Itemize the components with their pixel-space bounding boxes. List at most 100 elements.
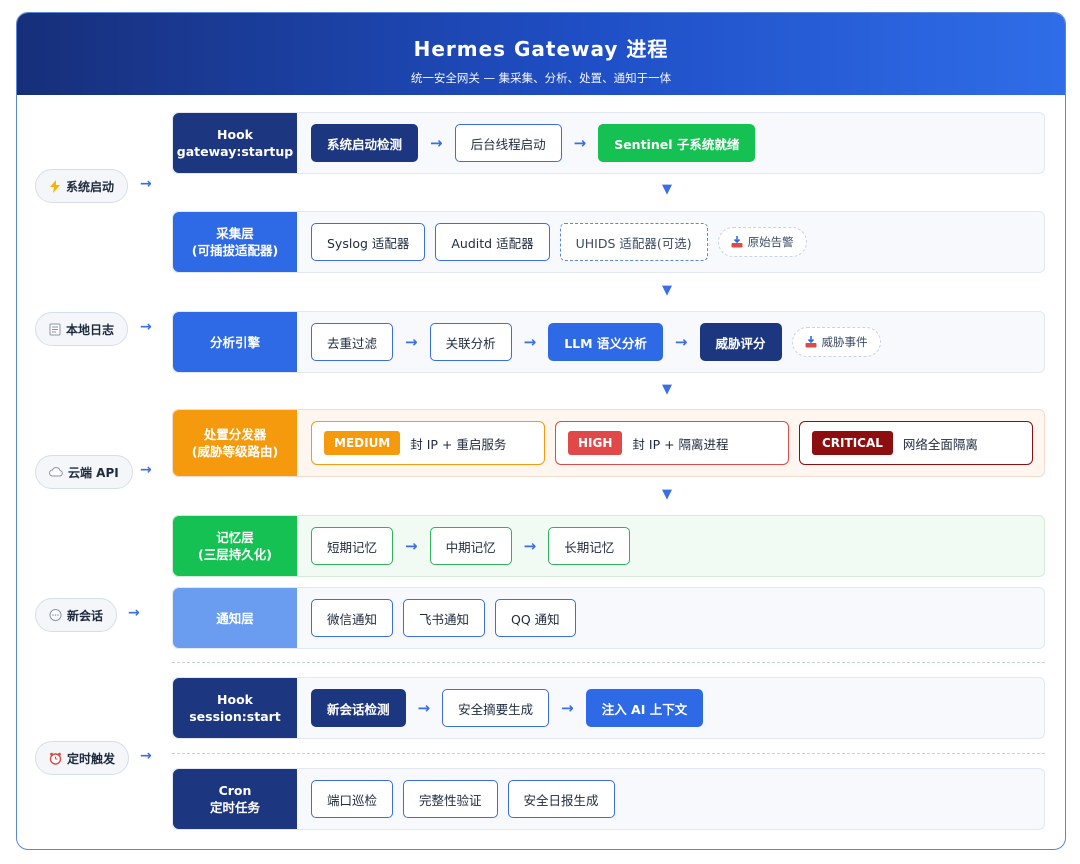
disposition-text: 封 IP + 重启服务 (410, 436, 507, 452)
flow-arrow: → (523, 537, 537, 555)
severity-badge-critical: CRITICAL (812, 431, 893, 455)
row-label-hook-startup: Hook gateway:startup (173, 113, 297, 173)
trigger-system-start: 系统启动 (35, 169, 129, 203)
trigger-arrow: → (140, 176, 152, 192)
row-analysis: 分析引擎 去重过滤 → 关联分析 → LLM 语义分析 → 威胁评分 威胁事件 (172, 311, 1045, 373)
node-llm-semantic: LLM 语义分析 (548, 323, 663, 361)
row-label-cron: Cron 定时任务 (173, 769, 297, 829)
node-daily-report: 安全日报生成 (507, 780, 615, 818)
row-hook-session: Hook session:start 新会话检测 → 安全摘要生成 → 注入 A… (172, 677, 1045, 739)
page-title: Hermes Gateway 进程 (413, 37, 669, 61)
header-banner: Hermes Gateway 进程 统一安全网关 — 集采集、分析、处置、通知于… (17, 13, 1065, 95)
section-divider (172, 662, 1045, 663)
label-line: gateway:startup (176, 144, 294, 159)
label-line: session:start (189, 709, 281, 724)
flow-arrow: → (573, 134, 587, 152)
flow-arrow: → (405, 537, 418, 555)
label-line: (三层持久化) (198, 547, 272, 562)
row-items: Syslog 适配器 Auditd 适配器 UHIDS 适配器(可选) 原始告警 (311, 212, 807, 272)
speech-bubble-icon (49, 608, 62, 622)
node-background-thread: 后台线程启动 (454, 124, 562, 162)
down-arrow: ▼ (662, 283, 672, 298)
tag-raw-alert: 原始告警 (717, 227, 807, 257)
down-arrow: ▼ (662, 182, 672, 197)
label-line: (可插拔适配器) (191, 243, 279, 258)
trigger-arrow: → (140, 748, 152, 764)
row-label-dispatch: 处置分发器 (威胁等级路由) (173, 410, 297, 476)
row-items: 去重过滤 → 关联分析 → LLM 语义分析 → 威胁评分 威胁事件 (311, 312, 881, 372)
node-wechat-notify: 微信通知 (311, 599, 394, 637)
label-line: 通知层 (216, 610, 254, 626)
node-feishu-notify: 飞书通知 (403, 599, 486, 637)
flow-arrow: → (417, 699, 431, 717)
label-line: 采集层 (216, 226, 254, 241)
flow-arrow: → (523, 333, 537, 351)
severity-badge-medium: MEDIUM (324, 431, 401, 455)
row-items: MEDIUM 封 IP + 重启服务 HIGH 封 IP + 隔离进程 CRIT… (311, 410, 1043, 476)
lightning-icon (49, 179, 61, 193)
trigger-arrow: → (140, 319, 152, 335)
row-label-collect: 采集层 (可插拔适配器) (173, 212, 297, 272)
row-label-notify: 通知层 (173, 588, 297, 648)
flow-arrow: → (430, 134, 443, 152)
disposition-critical: CRITICAL 网络全面隔离 (799, 421, 1033, 465)
node-inject-ai-context: 注入 AI 上下文 (585, 689, 704, 727)
trigger-label: 系统启动 (66, 179, 115, 194)
node-short-term-memory: 短期记忆 (311, 527, 394, 565)
trigger-scheduled: 定时触发 (35, 741, 130, 775)
row-memory: 记忆层 (三层持久化) 短期记忆 → 中期记忆 → 长期记忆 (172, 515, 1045, 577)
node-dedup-filter: 去重过滤 (311, 323, 394, 361)
row-items: 短期记忆 → 中期记忆 → 长期记忆 (311, 516, 631, 576)
row-cron: Cron 定时任务 端口巡检 完整性验证 安全日报生成 (172, 768, 1045, 830)
node-sentinel-ready: Sentinel 子系统就绪 (598, 124, 756, 162)
severity-badge-high: HIGH (568, 431, 623, 455)
down-arrow: ▼ (662, 487, 672, 502)
label-line: Hook (217, 127, 253, 142)
row-collect: 采集层 (可插拔适配器) Syslog 适配器 Auditd 适配器 UHIDS… (172, 211, 1045, 273)
node-correlation: 关联分析 (429, 323, 512, 361)
label-line: Hook (217, 692, 253, 707)
label-line: (威胁等级路由) (191, 444, 279, 459)
row-items: 新会话检测 → 安全摘要生成 → 注入 AI 上下文 (311, 678, 704, 738)
trigger-arrow: → (128, 605, 140, 621)
trigger-cloud-api: 云端 API (35, 455, 133, 489)
row-label-analysis: 分析引擎 (173, 312, 297, 372)
label-line: Cron (218, 783, 252, 798)
row-items: 系统启动检测 → 后台线程启动 → Sentinel 子系统就绪 (311, 113, 756, 173)
trigger-label: 定时触发 (67, 751, 116, 766)
node-port-scan: 端口巡检 (311, 780, 394, 818)
node-auditd-adapter: Auditd 适配器 (435, 223, 550, 261)
node-long-term-memory: 长期记忆 (548, 527, 631, 565)
label-line: 定时任务 (209, 800, 260, 815)
trigger-label: 本地日志 (66, 322, 115, 337)
row-hook-startup: Hook gateway:startup 系统启动检测 → 后台线程启动 → S… (172, 112, 1045, 174)
row-label-memory: 记忆层 (三层持久化) (173, 516, 297, 576)
node-startup-detect: 系统启动检测 (311, 124, 419, 162)
flow-arrow: → (674, 333, 688, 351)
section-divider (172, 753, 1045, 754)
down-arrow: ▼ (662, 382, 672, 397)
node-threat-score: 威胁评分 (699, 323, 782, 361)
label-line: 处置分发器 (203, 427, 267, 442)
inbox-icon (805, 336, 817, 348)
node-mid-term-memory: 中期记忆 (429, 527, 512, 565)
flow-arrow: → (405, 333, 418, 351)
node-integrity-check: 完整性验证 (403, 780, 498, 818)
cloud-icon (49, 467, 63, 477)
disposition-high: HIGH 封 IP + 隔离进程 (555, 421, 789, 465)
row-notify: 通知层 微信通知 飞书通知 QQ 通知 (172, 587, 1045, 649)
tag-threat-event: 威胁事件 (791, 327, 881, 357)
trigger-arrow: → (140, 462, 152, 478)
node-security-summary: 安全摘要生成 (442, 689, 550, 727)
node-uhids-adapter: UHIDS 适配器(可选) (559, 223, 708, 261)
trigger-local-log: 本地日志 (35, 312, 129, 346)
row-label-hook-session: Hook session:start (173, 678, 297, 738)
node-qq-notify: QQ 通知 (495, 599, 576, 637)
label-line: 分析引擎 (209, 334, 260, 350)
node-syslog-adapter: Syslog 适配器 (311, 223, 426, 261)
tag-label: 威胁事件 (821, 335, 868, 349)
notepad-icon (49, 323, 61, 336)
inbox-icon (731, 236, 743, 248)
node-new-session-detect: 新会话检测 (311, 689, 406, 727)
trigger-label: 新会话 (67, 608, 104, 623)
